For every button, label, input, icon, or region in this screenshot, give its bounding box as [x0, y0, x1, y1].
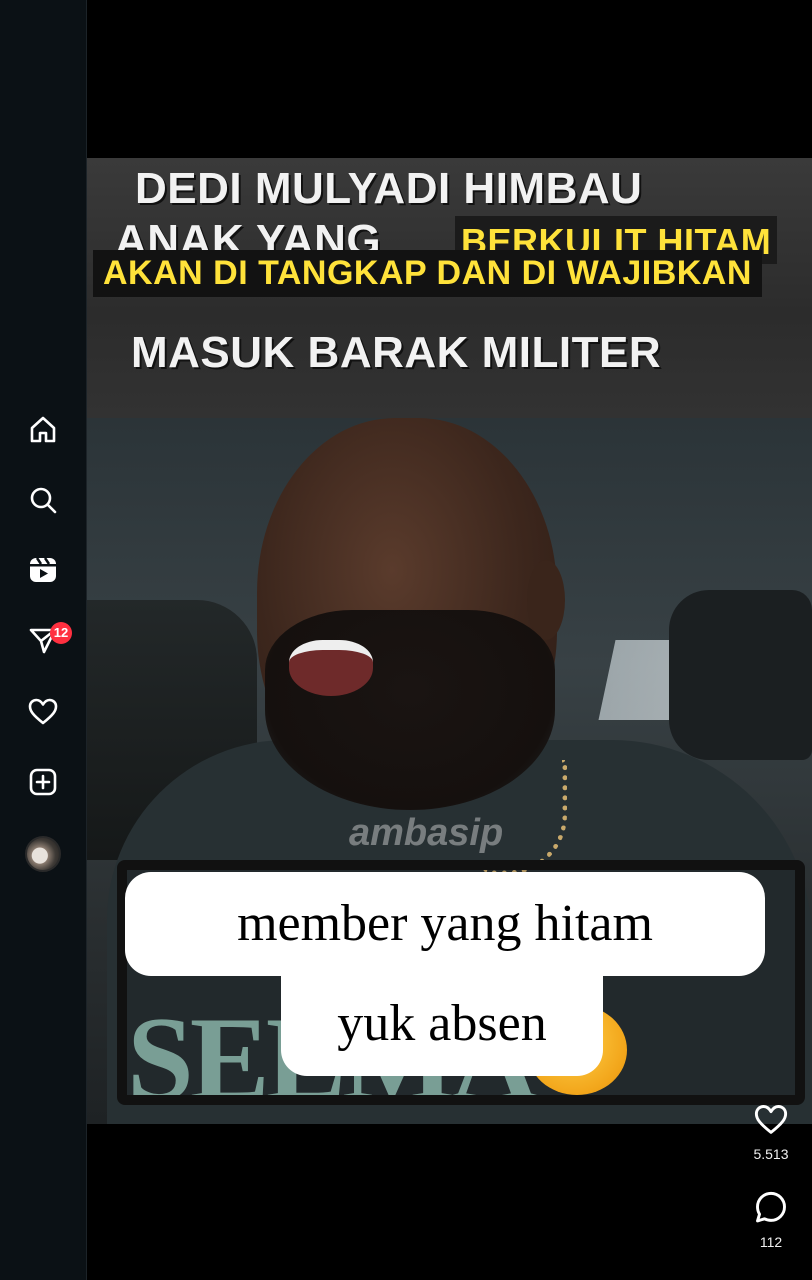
like-button[interactable]: 5.513 — [740, 1102, 802, 1162]
reels-icon — [30, 557, 56, 582]
nav-reels[interactable] — [23, 550, 63, 590]
nav-home[interactable] — [23, 410, 63, 450]
search-icon — [30, 487, 57, 514]
profile-avatar[interactable] — [25, 836, 61, 872]
video-watermark: ambasip — [349, 812, 504, 854]
headline-line-3: AKAN DI TANGKAP DAN DI WAJIBKAN — [93, 250, 762, 297]
heart-icon — [28, 698, 58, 725]
like-count: 5.513 — [753, 1146, 789, 1162]
caption-line-2: yuk absen — [281, 976, 603, 1076]
headline-line-1: DEDI MULYADI HIMBAU — [135, 164, 643, 213]
message-count-badge: 12 — [50, 622, 72, 644]
nav-notifications[interactable] — [23, 692, 63, 732]
nav-create[interactable] — [23, 762, 63, 802]
person-mouth — [289, 640, 373, 696]
heart-icon — [754, 1105, 788, 1134]
car-headrest — [669, 590, 812, 760]
reel-video[interactable]: DEDI MULYADI HIMBAU ANAK YANG BERKULIT H… — [87, 0, 812, 1124]
comment-button[interactable]: 112 — [740, 1190, 802, 1250]
caption-line-1: member yang hitam — [125, 872, 765, 976]
person-ear — [527, 560, 565, 640]
plus-square-icon — [29, 768, 57, 796]
left-sidebar: 12 — [0, 0, 87, 1280]
comment-count: 112 — [759, 1234, 783, 1250]
comment-icon — [756, 1191, 786, 1223]
home-icon — [30, 416, 56, 443]
nav-search[interactable] — [23, 480, 63, 520]
headline-line-4: MASUK BARAK MILITER — [131, 328, 662, 377]
